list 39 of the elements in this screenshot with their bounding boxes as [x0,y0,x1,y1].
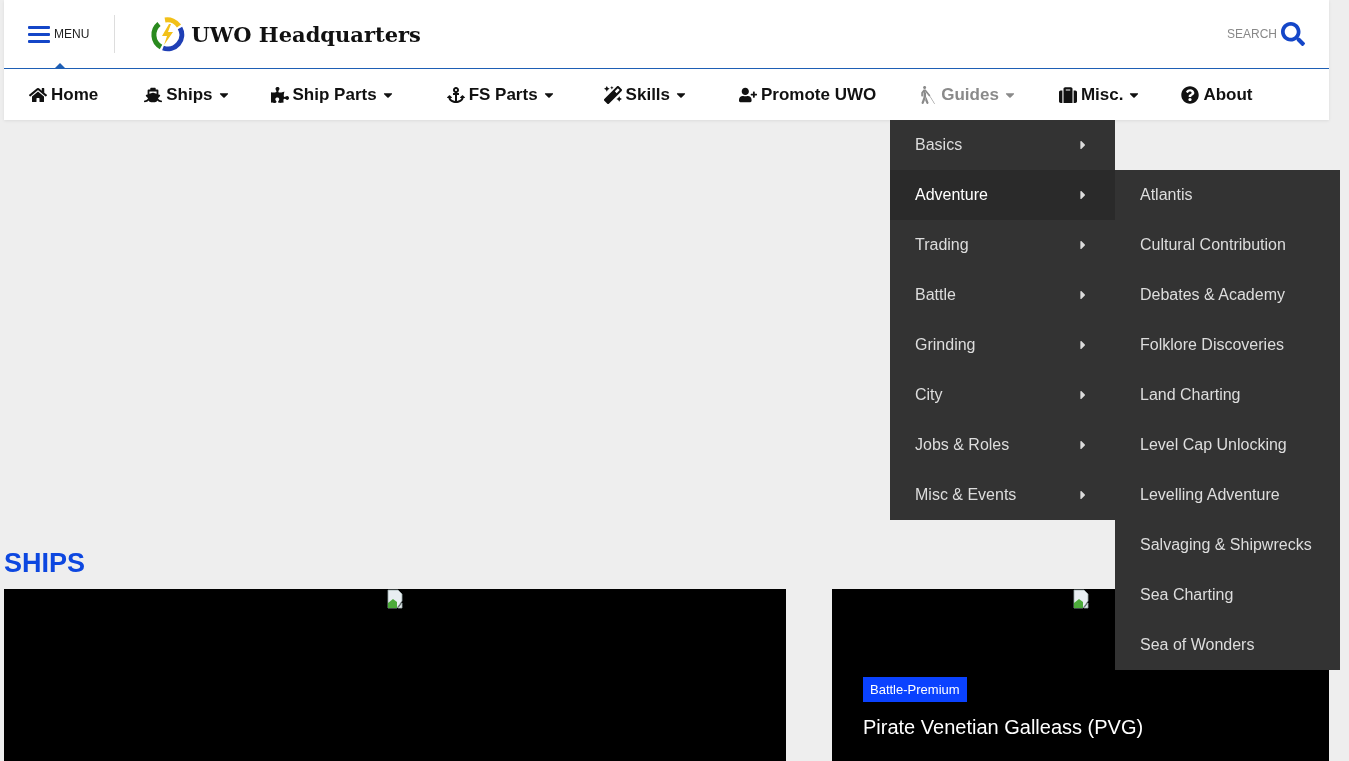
submenu-item[interactable]: Land Charting [1115,370,1340,420]
post-card[interactable] [4,589,786,761]
broken-image-icon [385,589,405,609]
nav-link[interactable]: FS Parts [446,84,556,105]
submenu-item[interactable]: Level Cap Unlocking [1115,420,1340,470]
search-icon [1281,22,1305,46]
anchor-icon [446,85,465,104]
search-button[interactable]: SEARCH [1227,22,1305,46]
nav-link[interactable]: Misc. [1058,84,1142,105]
home-icon [29,85,47,104]
submenu-item[interactable]: Salvaging & Shipwrecks [1115,520,1340,570]
suitcase-icon [1058,85,1077,104]
section-heading: SHIPS [4,547,86,580]
submenu-item[interactable]: Folklore Discoveries [1115,320,1340,370]
submenu-item[interactable]: Levelling Adventure [1115,470,1340,520]
nav-link[interactable]: Promote UWO [739,84,877,105]
dropdown-item[interactable]: Adventure [890,170,1115,220]
post-title[interactable]: Pirate Venetian Galleass (PVG) [863,716,1144,739]
submenu-item[interactable]: Debates & Academy [1115,270,1340,320]
nav-link[interactable]: Ship Parts [270,84,395,105]
submenu-item[interactable]: Cultural Contribution [1115,220,1340,270]
help-icon [1181,85,1200,104]
submenu-item[interactable]: Atlantis [1115,170,1340,220]
site-logo-link[interactable]: UWO Headquarters [149,16,421,52]
broken-image-icon [1070,589,1091,609]
nav-link[interactable]: Ships [144,84,231,105]
category-tag[interactable]: Battle-Premium [863,677,967,702]
magic-wand-icon [603,85,622,104]
walking-person-icon [919,85,938,104]
menu-icon [28,25,50,43]
site-title: UWO Headquarters [191,21,421,47]
nav-link[interactable]: Home [29,84,99,105]
menu-button[interactable]: MENU [28,25,90,43]
nav-link[interactable]: Skills [603,84,689,105]
nav-link[interactable]: About [1181,84,1253,105]
ship-icon [144,85,163,104]
bolt-logo-icon [149,16,186,52]
puzzle-icon [270,85,289,104]
user-plus-icon [739,85,758,104]
